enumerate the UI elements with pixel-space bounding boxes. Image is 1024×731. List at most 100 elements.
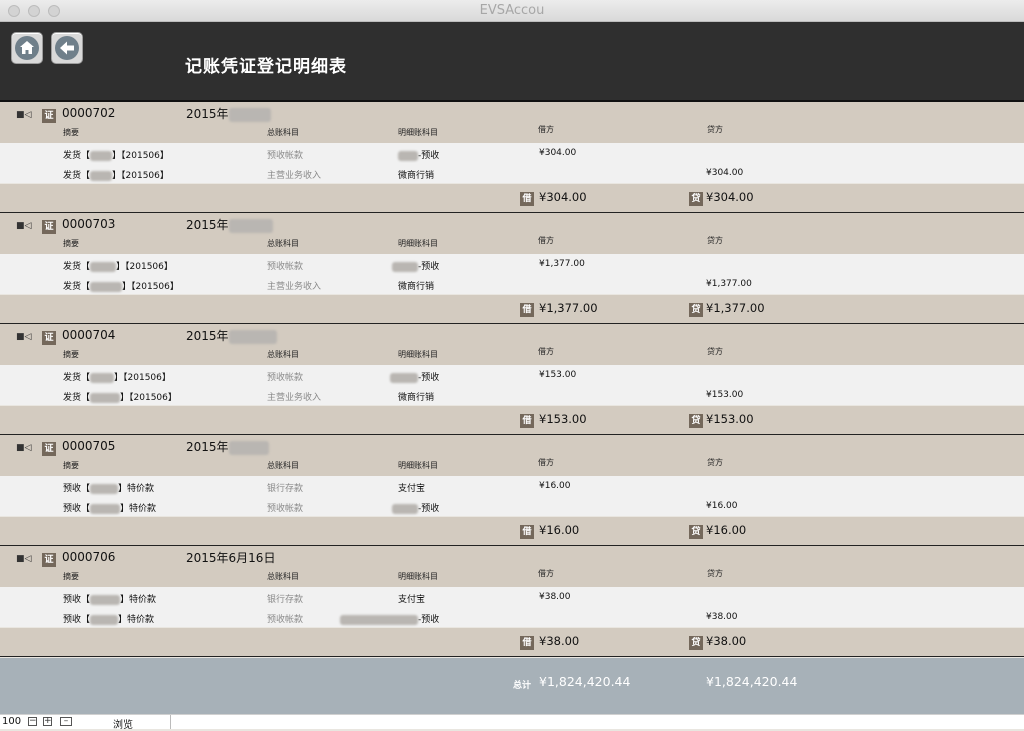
- debit-badge: 借: [520, 525, 534, 539]
- voucher-debit-total: ¥16.00: [539, 523, 580, 537]
- voucher-credit-total: ¥1,377.00: [706, 301, 765, 315]
- entry-summary: 发货【 】【201506】: [63, 392, 177, 403]
- debit-badge: 借: [520, 636, 534, 650]
- zoom-out-icon[interactable]: −: [28, 717, 37, 726]
- zoom-in-icon[interactable]: +: [43, 717, 52, 726]
- grand-total-bar: 总计 ¥1,824,420.44 ¥1,824,420.44: [0, 658, 1024, 714]
- zoom-level[interactable]: 100: [2, 716, 21, 727]
- credit-badge: 贷: [689, 525, 703, 539]
- entry-summary: 预收【 】特价款: [63, 503, 157, 514]
- voucher-date: 2015年6月16日: [186, 551, 276, 565]
- detail-account: -预收: [390, 370, 439, 383]
- col-debit: 借方: [538, 458, 554, 467]
- voucher-debit-total: ¥304.00: [539, 190, 587, 204]
- general-account: 预收帐款: [267, 504, 304, 514]
- entry-summary: 预收【 】特价款: [63, 483, 155, 494]
- voucher-credit-total: ¥304.00: [706, 190, 754, 204]
- detail-account: 支付宝: [398, 484, 426, 494]
- col-credit: 贷方: [707, 125, 723, 134]
- voucher-badge: 证: [42, 331, 56, 345]
- voucher-header: ■◁ 证 0000703 2015年 摘要 总账科目 明细账科目 借方 贷方: [0, 213, 1024, 254]
- voucher-number: 0000703: [62, 217, 116, 231]
- entry-debit: ¥38.00: [539, 592, 571, 602]
- col-summary: 摘要: [63, 239, 79, 248]
- entry-summary: 预收【 】特价款: [63, 594, 157, 605]
- voucher-debit-total: ¥38.00: [539, 634, 580, 648]
- status-divider: [170, 715, 171, 729]
- entry-row[interactable]: 发货【 】【201506】 预收帐款 -预收 ¥153.00: [0, 365, 1024, 385]
- entry-credit: ¥1,377.00: [706, 279, 752, 289]
- entry-row[interactable]: 发货【 】【201506】 主营业务收入 微商行销 ¥304.00: [0, 163, 1024, 183]
- entry-row[interactable]: 预收【 】特价款 银行存款 支付宝 ¥38.00: [0, 587, 1024, 607]
- entry-summary: 发货【 】【201506】: [63, 372, 171, 383]
- col-general-account: 总账科目: [267, 572, 299, 581]
- col-summary: 摘要: [63, 461, 79, 470]
- voucher-date: 2015年: [186, 216, 273, 233]
- voucher-badge: 证: [42, 442, 56, 456]
- voucher-date: 2015年: [186, 438, 269, 455]
- grand-total-label: 总计: [513, 681, 532, 691]
- entry-row[interactable]: 发货【 】【201506】 主营业务收入 微商行销 ¥153.00: [0, 385, 1024, 405]
- entry-row[interactable]: 预收【 】特价款 银行存款 支付宝 ¥16.00: [0, 476, 1024, 496]
- entry-row[interactable]: 预收【 】特价款 预收帐款 -预收 ¥16.00: [0, 496, 1024, 516]
- entry-credit: ¥153.00: [706, 390, 744, 400]
- detail-account: 微商行销: [398, 282, 435, 292]
- general-account: 预收帐款: [267, 615, 304, 625]
- speaker-icon[interactable]: ■◁: [16, 332, 31, 342]
- status-bar: 100 − + – 浏览: [0, 714, 1024, 731]
- entry-debit: ¥16.00: [539, 481, 571, 491]
- detail-account: 微商行销: [398, 393, 435, 403]
- general-account: 预收帐款: [267, 373, 304, 383]
- speaker-icon[interactable]: ■◁: [16, 110, 31, 120]
- col-credit: 贷方: [707, 236, 723, 245]
- entry-row[interactable]: 发货【 】【201506】 预收帐款 -预收 ¥304.00: [0, 143, 1024, 163]
- general-account: 银行存款: [267, 595, 304, 605]
- voucher-totals: 借 ¥1,377.00 贷 ¥1,377.00: [0, 295, 1024, 323]
- home-button[interactable]: [11, 32, 43, 64]
- col-general-account: 总账科目: [267, 350, 299, 359]
- entry-debit: ¥304.00: [539, 148, 577, 158]
- speaker-icon[interactable]: ■◁: [16, 221, 31, 231]
- voucher-block: ■◁ 证 0000702 2015年 摘要 总账科目 明细账科目 借方 贷方 发…: [0, 102, 1024, 213]
- app-header: 记账凭证登记明细表: [0, 22, 1024, 100]
- debit-badge: 借: [520, 414, 534, 428]
- col-debit: 借方: [538, 125, 554, 134]
- voucher-totals: 借 ¥153.00 贷 ¥153.00: [0, 406, 1024, 434]
- entry-credit: ¥304.00: [706, 168, 744, 178]
- col-general-account: 总账科目: [267, 461, 299, 470]
- credit-badge: 贷: [689, 636, 703, 650]
- entry-row[interactable]: 预收【 】特价款 预收帐款 -预收 ¥38.00: [0, 607, 1024, 627]
- voucher-block: ■◁ 证 0000705 2015年 摘要 总账科目 明细账科目 借方 贷方 预…: [0, 435, 1024, 546]
- col-credit: 贷方: [707, 569, 723, 578]
- voucher-totals: 借 ¥16.00 贷 ¥16.00: [0, 517, 1024, 545]
- back-button[interactable]: [51, 32, 83, 64]
- entry-summary: 发货【 】【201506】: [63, 170, 169, 181]
- grand-total-debit: ¥1,824,420.44: [539, 674, 631, 689]
- entry-debit: ¥153.00: [539, 370, 577, 380]
- general-account: 预收帐款: [267, 151, 304, 161]
- entry-row[interactable]: 发货【 】【201506】 预收帐款 -预收 ¥1,377.00: [0, 254, 1024, 274]
- voucher-totals: 借 ¥38.00 贷 ¥38.00: [0, 628, 1024, 656]
- speaker-icon[interactable]: ■◁: [16, 554, 31, 564]
- general-account: 主营业务收入: [267, 393, 322, 403]
- voucher-block: ■◁ 证 0000706 2015年6月16日 摘要 总账科目 明细账科目 借方…: [0, 546, 1024, 657]
- credit-badge: 贷: [689, 414, 703, 428]
- entry-credit: ¥38.00: [706, 612, 738, 622]
- speaker-icon[interactable]: ■◁: [16, 443, 31, 453]
- debit-badge: 借: [520, 303, 534, 317]
- entry-debit: ¥1,377.00: [539, 259, 585, 269]
- col-credit: 贷方: [707, 458, 723, 467]
- voucher-header: ■◁ 证 0000702 2015年 摘要 总账科目 明细账科目 借方 贷方: [0, 102, 1024, 143]
- voucher-credit-total: ¥153.00: [706, 412, 754, 426]
- voucher-header: ■◁ 证 0000705 2015年 摘要 总账科目 明细账科目 借方 贷方: [0, 435, 1024, 476]
- voucher-debit-total: ¥153.00: [539, 412, 587, 426]
- col-detail-account: 明细账科目: [398, 572, 438, 581]
- col-debit: 借方: [538, 569, 554, 578]
- window-titlebar: EVSAccou: [0, 0, 1024, 22]
- col-debit: 借方: [538, 347, 554, 356]
- debit-badge: 借: [520, 192, 534, 206]
- layout-toggle-icon[interactable]: –: [60, 717, 72, 726]
- credit-badge: 贷: [689, 303, 703, 317]
- col-summary: 摘要: [63, 350, 79, 359]
- entry-row[interactable]: 发货【 】【201506】 主营业务收入 微商行销 ¥1,377.00: [0, 274, 1024, 294]
